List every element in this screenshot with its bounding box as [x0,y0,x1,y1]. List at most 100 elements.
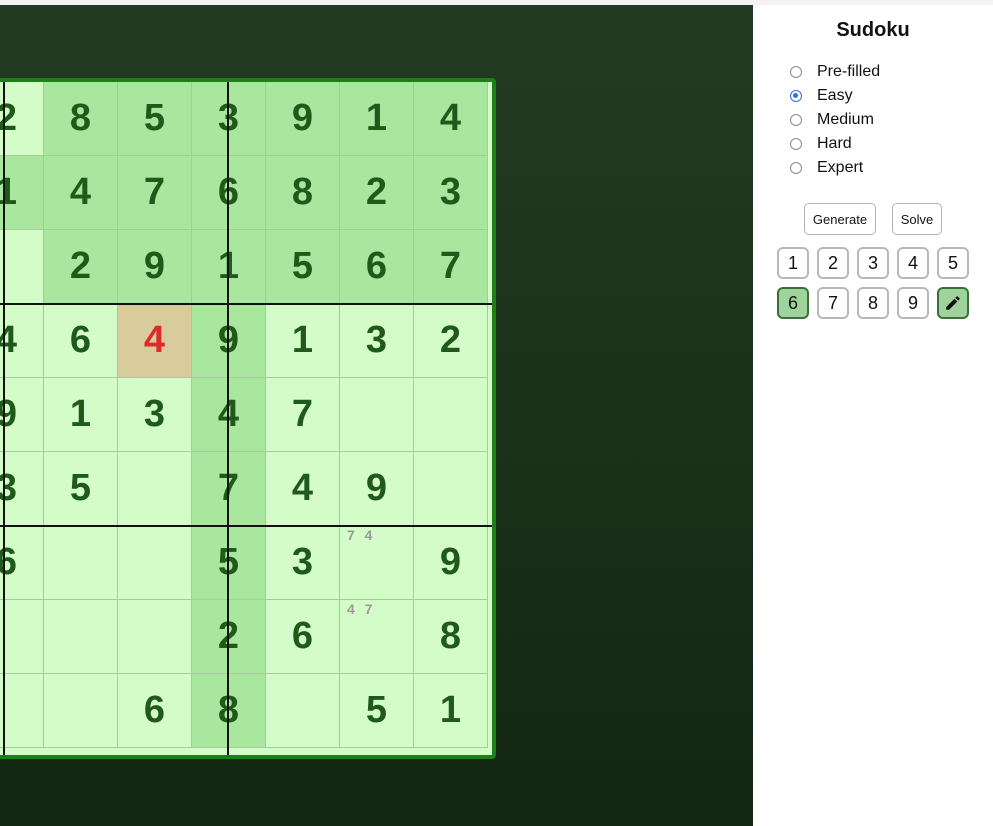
sudoku-cell[interactable] [44,526,118,600]
sudoku-cell[interactable]: 9 [192,304,266,378]
sudoku-cell[interactable] [118,452,192,526]
generate-button[interactable]: Generate [804,203,876,235]
sudoku-cell[interactable]: 2 [340,156,414,230]
difficulty-label: Pre-filled [817,63,881,80]
box-divider [0,303,492,305]
sudoku-cell[interactable]: 5 [44,452,118,526]
cell-digit: 7 [291,393,314,435]
sudoku-cell[interactable] [414,452,488,526]
sudoku-cell[interactable]: 8 [44,82,118,156]
sudoku-cell[interactable] [0,230,44,304]
cell-digit: 6 [143,689,166,731]
sudoku-cell[interactable] [44,674,118,748]
sudoku-cell[interactable]: 6 [266,600,340,674]
sudoku-cell[interactable] [118,526,192,600]
cell-digit: 2 [439,319,462,361]
sudoku-cell[interactable]: 4 [192,378,266,452]
sudoku-cell[interactable]: 1 [0,156,44,230]
sudoku-cell[interactable]: 6 [192,156,266,230]
difficulty-option-expert[interactable]: Expert [790,156,880,180]
sudoku-cell[interactable]: 4 7 [340,600,414,674]
sudoku-cell[interactable]: 6 [0,526,44,600]
radio-easy[interactable] [790,90,802,102]
radio-medium[interactable] [790,114,802,126]
sudoku-cell[interactable]: 8 [266,156,340,230]
sudoku-cell[interactable] [266,674,340,748]
sudoku-cell[interactable]: 5 [192,526,266,600]
radio-expert[interactable] [790,162,802,174]
sudoku-cell[interactable]: 6 [118,674,192,748]
sudoku-cell[interactable]: 3 [0,452,44,526]
sudoku-cell[interactable]: 1 [414,674,488,748]
sudoku-cell[interactable]: 7 [118,156,192,230]
sudoku-cell[interactable]: 1 [340,82,414,156]
difficulty-option-medium[interactable]: Medium [790,108,880,132]
sudoku-cell[interactable]: 1 [266,304,340,378]
sudoku-cell[interactable]: 2 [44,230,118,304]
sudoku-cell[interactable]: 7 [414,230,488,304]
number-key-9[interactable]: 9 [897,287,929,319]
sudoku-cell[interactable] [0,600,44,674]
cell-digit: 9 [291,97,314,139]
sudoku-cell[interactable]: 8 [192,674,266,748]
radio-prefilled[interactable] [790,66,802,78]
sudoku-cell[interactable]: 7 4 [340,526,414,600]
sudoku-cell[interactable]: 2 [414,304,488,378]
difficulty-label: Easy [817,87,853,104]
sudoku-cell[interactable] [414,378,488,452]
solve-button[interactable]: Solve [892,203,942,235]
sudoku-cell[interactable]: 6 [44,304,118,378]
sudoku-cell[interactable]: 5 [118,82,192,156]
difficulty-option-prefilled[interactable]: Pre-filled [790,60,880,84]
sudoku-cell[interactable]: 4 [44,156,118,230]
sudoku-cell[interactable]: 5 [340,674,414,748]
radio-hard[interactable] [790,138,802,150]
cell-digit: 5 [291,245,314,287]
sudoku-cell[interactable]: 3 [118,378,192,452]
pencil-icon [946,296,960,310]
sudoku-cell[interactable]: 3 [266,526,340,600]
sudoku-cell[interactable]: 2 [192,600,266,674]
sudoku-cell[interactable]: 3 [414,156,488,230]
sudoku-cell[interactable]: 8 [414,600,488,674]
sudoku-cell[interactable]: 4 [118,304,192,378]
sudoku-cell[interactable]: 9 [0,378,44,452]
number-key-6[interactable]: 6 [777,287,809,319]
sudoku-cell[interactable]: 5 [266,230,340,304]
sudoku-cell[interactable]: 9 [266,82,340,156]
sudoku-cell[interactable]: 4 [0,304,44,378]
cell-digit: 2 [365,171,388,213]
control-panel: Sudoku Pre-filled Easy Medium Hard Exper… [753,5,993,826]
number-key-1[interactable]: 1 [777,247,809,279]
number-key-7[interactable]: 7 [817,287,849,319]
number-key-4[interactable]: 4 [897,247,929,279]
cell-digit: 7 [143,171,166,213]
number-key-2[interactable]: 2 [817,247,849,279]
sudoku-cell[interactable]: 7 [192,452,266,526]
sudoku-cell[interactable]: 6 [340,230,414,304]
sudoku-cell[interactable]: 2 [0,82,44,156]
number-key-5[interactable]: 5 [937,247,969,279]
sudoku-cell[interactable]: 1 [192,230,266,304]
sudoku-cell[interactable]: 9 [340,452,414,526]
number-key-8[interactable]: 8 [857,287,889,319]
sudoku-cell[interactable] [0,674,44,748]
sudoku-cell[interactable] [118,600,192,674]
cell-digit: 4 [69,171,92,213]
difficulty-option-easy[interactable]: Easy [790,84,880,108]
difficulty-option-hard[interactable]: Hard [790,132,880,156]
number-key-3[interactable]: 3 [857,247,889,279]
cell-digit: 2 [69,245,92,287]
cell-digit: 5 [69,467,92,509]
sudoku-cell[interactable]: 7 [266,378,340,452]
sudoku-cell[interactable] [340,378,414,452]
sudoku-cell[interactable]: 4 [414,82,488,156]
sudoku-cell[interactable] [44,600,118,674]
sudoku-cell[interactable]: 9 [118,230,192,304]
pencil-mode-button[interactable] [937,287,969,319]
sudoku-cell[interactable]: 9 [414,526,488,600]
sudoku-cell[interactable]: 1 [44,378,118,452]
sudoku-cell[interactable]: 4 [266,452,340,526]
sudoku-cell[interactable]: 3 [340,304,414,378]
sudoku-cell[interactable]: 3 [192,82,266,156]
